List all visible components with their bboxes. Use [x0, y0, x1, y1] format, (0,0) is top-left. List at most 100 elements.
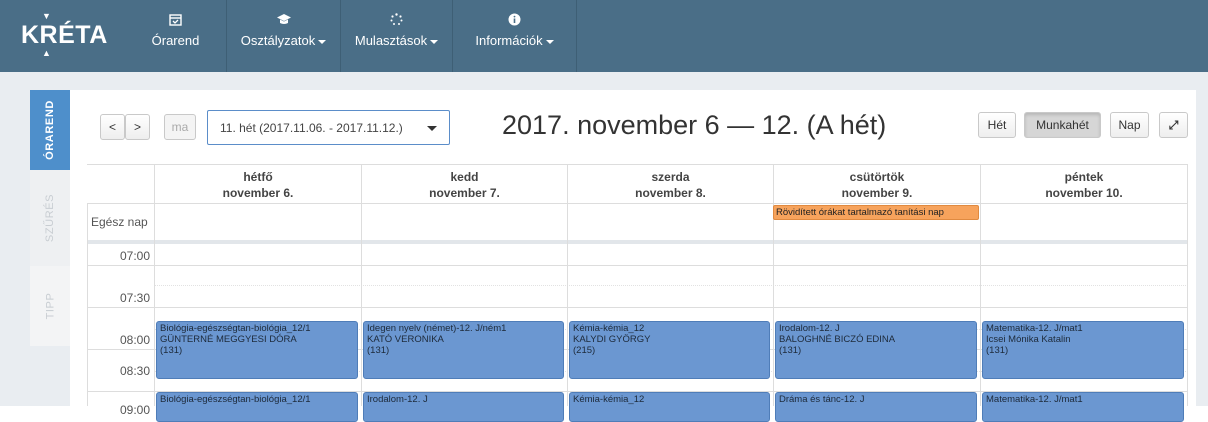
- allday-event[interactable]: Rövidített órákat tartalmazó tanítási na…: [773, 205, 979, 220]
- event-room: (131): [986, 345, 1009, 356]
- nav-informaciok-label: Információk: [453, 33, 576, 48]
- next-week-button[interactable]: >: [125, 114, 150, 140]
- event-teacher: KATÓ VERONIKA: [367, 334, 444, 345]
- time-label: 07:00: [119, 249, 150, 263]
- event-subject: Matematika-12. J/mat1: [986, 323, 1083, 334]
- next-week-label: >: [133, 120, 141, 134]
- nav-informaciok-text: Információk: [475, 33, 543, 48]
- logo-mark-top: ▼: [42, 11, 52, 21]
- prev-week-label: <: [108, 120, 116, 134]
- time-label: 08:00: [119, 333, 150, 347]
- nav-mulasztasok[interactable]: Mulasztások: [341, 0, 453, 72]
- view-day-button[interactable]: Nap: [1110, 112, 1149, 138]
- event-teacher: KALYDI GYÖRGY: [573, 334, 651, 345]
- event-teacher: Icsei Mónika Katalin: [986, 334, 1071, 345]
- day-date: november 8.: [635, 186, 706, 200]
- event-room: (131): [160, 345, 183, 356]
- grid-vline: [154, 203, 155, 406]
- lesson-event[interactable]: Irodalom-12. J BALOGHNÉ BICZÓ EDINA (131…: [775, 321, 977, 379]
- day-name: kedd: [450, 170, 479, 184]
- page-title: 2017. november 6 — 12. (A hét): [502, 110, 887, 140]
- day-name: péntek: [1064, 170, 1104, 184]
- event-subject: Irodalom-12. J: [779, 323, 840, 334]
- info-icon: [453, 13, 576, 29]
- day-date: november 10.: [1045, 186, 1123, 200]
- time-label: 07:30: [119, 291, 150, 305]
- today-button[interactable]: ma: [164, 114, 196, 140]
- chevron-down-icon: [430, 39, 439, 44]
- week-select[interactable]: 11. hét (2017.11.06. - 2017.11.12.): [207, 110, 450, 145]
- grid-vline: [773, 203, 774, 406]
- time-label: 09:00: [119, 403, 150, 417]
- lesson-event[interactable]: Matematika-12. J/mat1: [982, 392, 1184, 422]
- grid-vline: [361, 203, 362, 406]
- day-header-thursday[interactable]: csütörtök november 9.: [773, 165, 980, 203]
- nav-orarend[interactable]: Órarend: [125, 0, 227, 72]
- subheader-strip: [0, 72, 1208, 82]
- brand-name: KRÉTA: [21, 21, 108, 49]
- chevron-down-icon: [427, 126, 437, 131]
- side-tab-orarend[interactable]: ÓRAREND: [30, 90, 70, 170]
- day-date: november 9.: [841, 186, 913, 200]
- view-workweek-button[interactable]: Munkahét: [1024, 112, 1101, 138]
- grid-line-half: [154, 285, 1188, 286]
- side-tab-orarend-label: ÓRAREND: [44, 100, 56, 160]
- day-name: hétfő: [243, 170, 273, 184]
- day-name: szerda: [651, 170, 690, 184]
- lesson-event[interactable]: Biológia-egészségtan-biológia_12/1: [156, 392, 358, 422]
- kreta-logo[interactable]: ▼ KRÉTA ▲: [21, 12, 108, 58]
- view-week-button[interactable]: Hét: [978, 112, 1016, 138]
- event-subject: Dráma és tánc-12. J: [779, 394, 865, 405]
- grid-line: [87, 307, 1188, 308]
- event-room: (131): [367, 345, 390, 356]
- day-header-tuesday[interactable]: kedd november 7.: [361, 165, 567, 203]
- event-subject: Matematika-12. J/mat1: [986, 394, 1083, 405]
- lesson-event[interactable]: Idegen nyelv (német)-12. J/ném1 KATÓ VER…: [363, 321, 564, 379]
- nav-informaciok[interactable]: Információk: [453, 0, 577, 72]
- day-header-monday[interactable]: hétfő november 6.: [154, 165, 361, 203]
- calendar-icon: [125, 13, 226, 29]
- nav-osztalyzatok[interactable]: Osztályzatok: [227, 0, 341, 72]
- chevron-down-icon: [318, 39, 327, 44]
- graduation-cap-icon: [227, 13, 340, 29]
- today-label: ma: [171, 120, 189, 134]
- fullscreen-button[interactable]: ⤢: [1159, 112, 1188, 138]
- nav-orarend-label: Órarend: [151, 33, 200, 48]
- view-day-label: Nap: [1118, 118, 1141, 132]
- lesson-event[interactable]: Kémia-kémia_12 KALYDI GYÖRGY (215): [569, 321, 770, 379]
- nav-osztalyzatok-label: Osztályzatok: [227, 33, 340, 48]
- view-week-label: Hét: [987, 118, 1007, 132]
- allday-label: Egész nap: [91, 215, 148, 229]
- grid-vline: [567, 203, 568, 406]
- day-header-wednesday[interactable]: szerda november 8.: [567, 165, 773, 203]
- grid-line: [87, 265, 1188, 266]
- view-workweek-label: Munkahét: [1036, 118, 1089, 132]
- nav-osztalyzatok-text: Osztályzatok: [240, 33, 316, 48]
- event-teacher: BALOGHNÉ BICZÓ EDINA: [779, 334, 896, 345]
- time-label: 08:30: [119, 364, 150, 378]
- event-subject: Kémia-kémia_12: [573, 394, 645, 405]
- lesson-event[interactable]: Biológia-egészségtan-biológia_12/1 GÜNTE…: [156, 321, 358, 379]
- grid-vline: [1187, 203, 1188, 406]
- event-subject: Biológia-egészségtan-biológia_12/1: [160, 394, 311, 405]
- lesson-event[interactable]: Matematika-12. J/mat1 Icsei Mónika Katal…: [982, 321, 1184, 379]
- grid-vline: [980, 203, 981, 406]
- week-select-value: 11. hét (2017.11.06. - 2017.11.12.): [220, 121, 403, 135]
- grid-line: [87, 203, 1188, 204]
- logo-mark-bottom: ▲: [42, 48, 52, 58]
- fullscreen-icon: ⤢: [1168, 117, 1179, 132]
- calendar-grid: hétfő november 6. kedd november 7. szerd…: [87, 164, 1188, 422]
- side-tab-tipp[interactable]: TIPP: [30, 266, 70, 346]
- lesson-event[interactable]: Dráma és tánc-12. J: [775, 392, 977, 422]
- side-tab-szures[interactable]: SZŰRÉS: [30, 172, 70, 264]
- day-date: november 7.: [429, 186, 500, 200]
- event-room: (131): [779, 345, 802, 356]
- lesson-event[interactable]: Irodalom-12. J: [363, 392, 564, 422]
- prev-week-button[interactable]: <: [100, 114, 125, 140]
- lesson-event[interactable]: Kémia-kémia_12: [569, 392, 770, 422]
- day-header-friday[interactable]: péntek november 10.: [980, 165, 1188, 203]
- event-subject: Idegen nyelv (német)-12. J/ném1: [367, 323, 507, 334]
- side-tab-tipp-label: TIPP: [43, 292, 56, 320]
- spinner-icon: [341, 13, 452, 29]
- chevron-down-icon: [545, 39, 554, 44]
